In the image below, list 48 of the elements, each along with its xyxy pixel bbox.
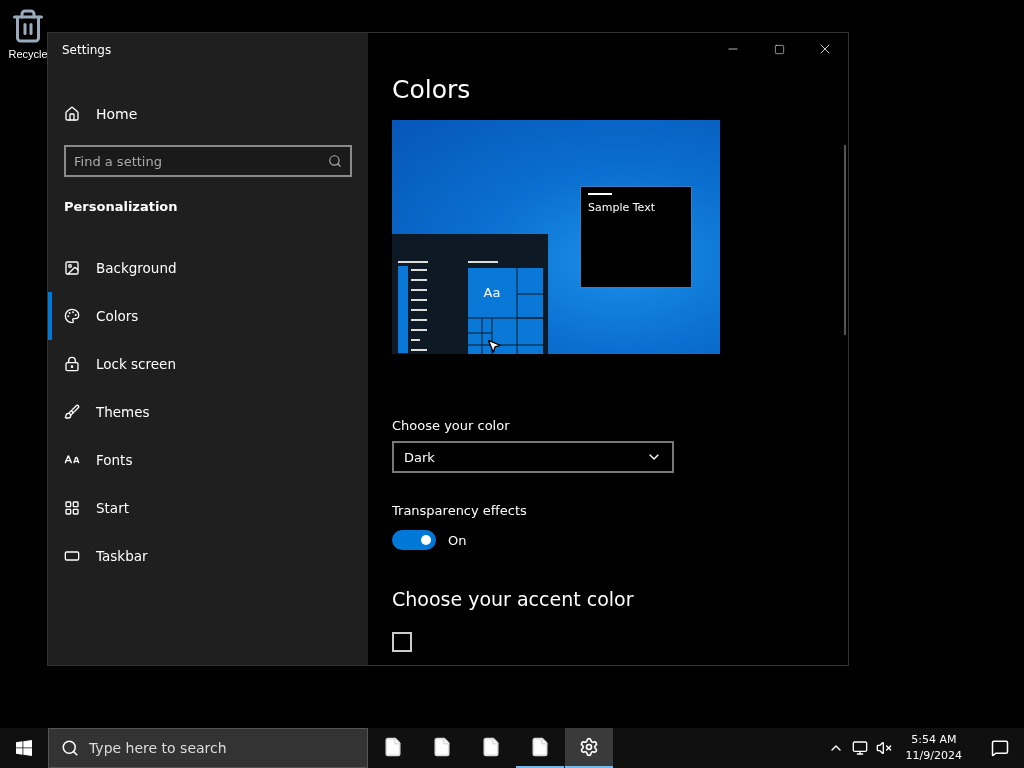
palette-icon (64, 308, 80, 324)
section-title: Choose your accent color (392, 588, 635, 610)
picture-icon (64, 260, 80, 276)
desktop-icon-label: Recycle (8, 48, 48, 60)
nav-item[interactable]: Background (48, 244, 368, 292)
network-monitor-icon[interactable] (851, 740, 868, 756)
date-text: 11/9/2024 (905, 748, 962, 764)
time-text: 5:54 AM (911, 732, 957, 748)
clock[interactable]: 5:54 AM 11/9/2024 (899, 732, 968, 764)
taskbar-app-button[interactable] (565, 728, 613, 768)
nav-item[interactable]: Taskbar (48, 532, 368, 580)
speaker-muted-icon[interactable] (875, 740, 892, 756)
field-label: Choose your color (392, 418, 511, 433)
home-icon (64, 106, 80, 122)
page-title: Colors (392, 75, 472, 104)
accent-checkbox[interactable] (392, 632, 412, 652)
toggle-state-text: On (448, 532, 467, 548)
window-title: Settings (61, 42, 113, 59)
transparency-toggle[interactable] (392, 530, 436, 550)
nav-item[interactable]: Themes (48, 388, 368, 436)
file-icon (432, 737, 452, 757)
nav-item[interactable]: Start (48, 484, 368, 532)
sample-text: Sample Text (588, 201, 656, 214)
toggle-label: Transparency effects (392, 503, 528, 518)
lock-icon (64, 356, 80, 372)
color-dropdown[interactable]: Dark (392, 441, 674, 473)
file-icon (383, 737, 403, 757)
home-link[interactable]: Home (48, 99, 368, 129)
nav-item[interactable]: Lock screen (48, 340, 368, 388)
rectangle-icon (64, 548, 80, 564)
file-icon (530, 737, 550, 757)
taskbar-search-field[interactable]: Type here to search (48, 728, 368, 768)
nav-item[interactable]: Fonts (48, 436, 368, 484)
search-icon (61, 739, 79, 757)
maximize-icon (773, 43, 785, 55)
speech-bubble-icon (991, 739, 1009, 757)
recycle-bin-icon[interactable] (10, 8, 46, 44)
gear-icon (579, 737, 599, 757)
brush-icon (64, 404, 80, 420)
section-heading: Personalization (63, 199, 179, 214)
mouse-pointer-icon (486, 338, 502, 354)
search-field[interactable]: Find a setting (64, 145, 352, 177)
file-icon (481, 737, 501, 757)
search-placeholder: Type here to search (89, 740, 227, 756)
scrollbar[interactable] (844, 145, 846, 335)
windows-logo-icon (16, 740, 32, 756)
grid-icon (64, 500, 80, 516)
search-icon (328, 154, 342, 168)
